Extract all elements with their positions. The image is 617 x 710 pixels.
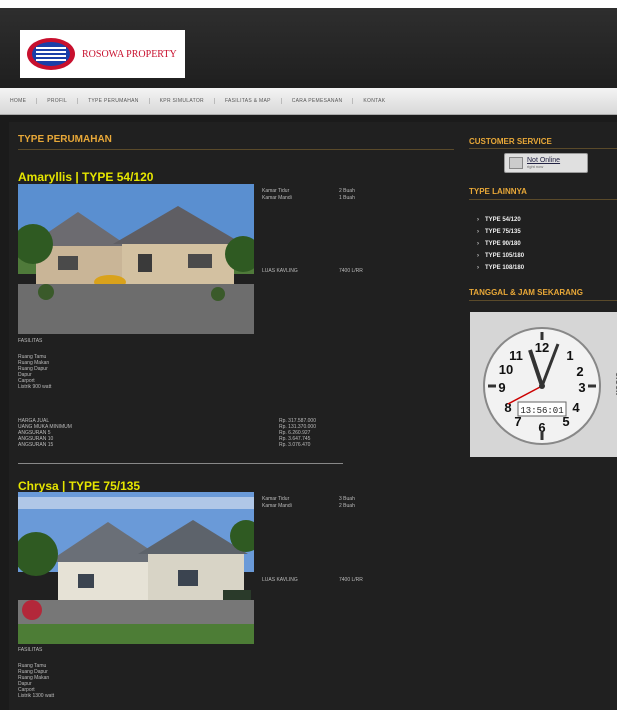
house-photo-chrysa[interactable] bbox=[18, 492, 254, 644]
type-list: TYPE 54/120 TYPE 75/135 TYPE 90/180 TYPE… bbox=[477, 214, 524, 274]
svg-text:10: 10 bbox=[499, 362, 513, 377]
type-lainnya-heading: TYPE LAINNYA bbox=[469, 187, 527, 196]
house-divider bbox=[18, 463, 343, 464]
house-title-chrysa[interactable]: Chrysa | TYPE 75/135 bbox=[18, 479, 140, 493]
spec-value-kamar-tidur: 2 Buah bbox=[339, 188, 355, 194]
facility-item: Listrik 900 watt bbox=[18, 384, 52, 390]
clock-widget: 12 1 2 3 4 5 6 7 8 9 10 11 13:56:01 cloc… bbox=[470, 312, 617, 457]
spec-label-kamar-tidur: Kamar Tidur bbox=[262, 188, 290, 194]
type-link[interactable]: TYPE 75/135 bbox=[477, 226, 524, 238]
area-value: 7400 L/RR bbox=[339, 268, 363, 274]
status-text-wrap: Not Online right now bbox=[527, 157, 560, 170]
type-link[interactable]: TYPE 105/180 bbox=[477, 250, 524, 262]
clock-heading: TANGGAL & JAM SEKARANG bbox=[469, 288, 583, 297]
facility-item: Listrik 1300 watt bbox=[18, 693, 55, 699]
status-sublabel: right now bbox=[527, 163, 544, 169]
spec-label-kamar-mandi: Kamar Mandi bbox=[262, 503, 292, 509]
spec-label-kamar-mandi: Kamar Mandi bbox=[262, 195, 292, 201]
nav-profil[interactable]: PROFIL bbox=[37, 98, 79, 104]
sidebar-divider bbox=[469, 148, 617, 149]
house-photo-amaryllis[interactable] bbox=[18, 184, 254, 334]
svg-text:11: 11 bbox=[509, 348, 523, 363]
area-value: 7400 L/RR bbox=[339, 577, 363, 583]
sidebar-divider bbox=[469, 300, 617, 301]
area-label: LUAS KAVLING bbox=[262, 268, 298, 274]
sidebar-divider bbox=[469, 199, 617, 200]
clock-face-icon: 12 1 2 3 4 5 6 7 8 9 10 11 13:56:01 cloc… bbox=[483, 327, 617, 445]
type-link[interactable]: TYPE 108/180 bbox=[477, 262, 524, 274]
chat-status-button[interactable]: Not Online right now bbox=[504, 153, 588, 173]
svg-text:4: 4 bbox=[572, 400, 580, 415]
svg-text:6: 6 bbox=[538, 420, 545, 435]
house-title-amaryllis[interactable]: Amaryllis | TYPE 54/120 bbox=[18, 170, 153, 184]
nav-kpr-simulator[interactable]: KPR SIMULATOR bbox=[150, 98, 215, 104]
price-value: Rp. 3.076.470 bbox=[279, 442, 311, 448]
spec-value-kamar-mandi: 1 Buah bbox=[339, 195, 355, 201]
type-link[interactable]: TYPE 90/180 bbox=[477, 238, 524, 250]
type-link[interactable]: TYPE 54/120 bbox=[477, 214, 524, 226]
spec-value-kamar-tidur: 3 Buah bbox=[339, 496, 355, 502]
site-header: ROSOWA PROPERTY bbox=[0, 8, 617, 88]
svg-text:9: 9 bbox=[498, 380, 505, 395]
logo-emblem-icon bbox=[26, 37, 76, 71]
price-label: ANGSURAN 15 bbox=[18, 442, 54, 448]
top-strip bbox=[0, 0, 617, 8]
logo-text: ROSOWA PROPERTY bbox=[82, 48, 177, 60]
site-logo[interactable]: ROSOWA PROPERTY bbox=[20, 30, 185, 78]
nav-type-perumahan[interactable]: TYPE PERUMAHAN bbox=[78, 98, 150, 104]
nav-kontak[interactable]: KONTAK bbox=[353, 98, 395, 104]
svg-text:3: 3 bbox=[578, 380, 585, 395]
nav-fasilitas-map[interactable]: FASILITAS & MAP bbox=[215, 98, 282, 104]
digital-time: 13:56:01 bbox=[520, 406, 563, 416]
nav-home[interactable]: HOME bbox=[0, 98, 38, 104]
main-nav: HOME PROFIL TYPE PERUMAHAN KPR SIMULATOR… bbox=[0, 88, 617, 115]
nav-cara-pemesanan[interactable]: CARA PEMESANAN bbox=[282, 98, 354, 104]
svg-text:2: 2 bbox=[576, 364, 583, 379]
content-area: TYPE PERUMAHAN Amaryllis | TYPE 54/120 K… bbox=[9, 122, 617, 710]
chat-icon bbox=[509, 157, 523, 169]
fasilitas-label: FASILITAS bbox=[18, 338, 43, 344]
fasilitas-label: FASILITAS bbox=[18, 647, 43, 653]
svg-text:1: 1 bbox=[566, 348, 573, 363]
title-divider bbox=[18, 149, 454, 150]
area-label: LUAS KAVLING bbox=[262, 577, 298, 583]
page-title: TYPE PERUMAHAN bbox=[18, 134, 112, 145]
customer-service-heading: CUSTOMER SERVICE bbox=[469, 137, 552, 146]
status-label: Not Online bbox=[527, 156, 561, 164]
spec-label-kamar-tidur: Kamar Tidur bbox=[262, 496, 290, 502]
svg-text:12: 12 bbox=[535, 340, 549, 355]
spec-value-kamar-mandi: 2 Buah bbox=[339, 503, 355, 509]
